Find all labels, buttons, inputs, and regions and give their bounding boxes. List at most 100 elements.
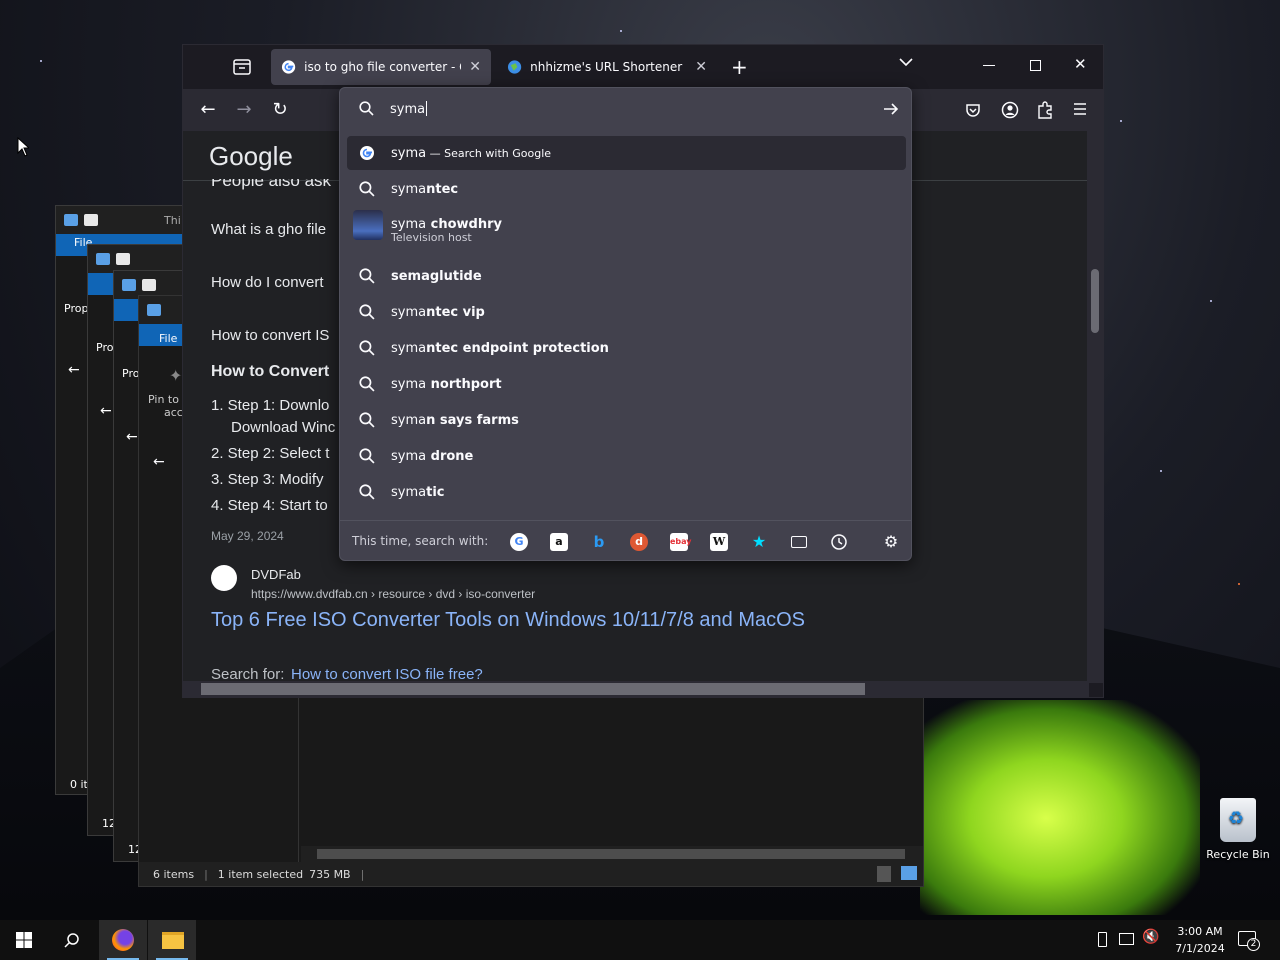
close-tab-icon[interactable]: ✕ <box>469 59 481 75</box>
tiles-view-icon[interactable] <box>901 866 917 880</box>
status-bar: 6 items | 1 item selected 735 MB | <box>139 862 923 886</box>
tabs-icon[interactable] <box>790 533 808 551</box>
horizontal-scrollbar[interactable] <box>183 681 1089 697</box>
search-icon <box>359 484 375 500</box>
history-clock-icon[interactable] <box>830 533 848 551</box>
bing-engine-icon[interactable]: b <box>590 533 608 551</box>
firefox-view-icon[interactable] <box>233 59 251 75</box>
person-avatar <box>353 210 383 240</box>
back-icon[interactable]: ← <box>100 403 112 419</box>
tab-google-search[interactable]: iso to gho file converter - Google Searc… <box>271 49 491 85</box>
firefox-icon <box>112 929 134 951</box>
suggestion-item[interactable]: symantec <box>347 172 906 206</box>
account-icon[interactable] <box>1001 101 1019 119</box>
recycle-bin[interactable]: Recycle Bin <box>1204 798 1272 861</box>
maximize-icon[interactable] <box>1030 60 1041 71</box>
battery-icon[interactable] <box>1098 932 1107 947</box>
google-logo[interactable]: Google <box>209 141 293 172</box>
answer-heading: How to Convert <box>211 363 330 380</box>
back-icon[interactable]: ← <box>153 454 165 470</box>
search-button[interactable] <box>48 920 96 960</box>
search-icon <box>359 340 375 356</box>
bookmarks-star-icon[interactable]: ★ <box>750 533 768 551</box>
suggestion-search-google[interactable]: syma — Search with Google <box>347 136 906 170</box>
new-tab-icon[interactable]: + <box>731 55 748 79</box>
google-engine-icon[interactable]: G <box>510 533 528 551</box>
computer-icon <box>64 214 78 226</box>
paa-item-3[interactable]: How to convert IS <box>211 327 329 344</box>
suggestion-typed: syma <box>391 181 427 197</box>
result-url[interactable]: https://www.dvdfab.cn › resource › dvd ›… <box>251 587 535 601</box>
amazon-engine-icon[interactable]: a <box>550 533 568 551</box>
reload-icon[interactable]: ↻ <box>267 97 293 123</box>
suggestion-item[interactable]: symantec endpoint protection <box>347 331 906 365</box>
taskbar-firefox[interactable] <box>99 920 147 960</box>
notification-count: 2 <box>1247 938 1260 951</box>
extensions-icon[interactable] <box>1037 101 1053 119</box>
pin-icon[interactable]: ✦ <box>169 366 182 385</box>
suggestion-item[interactable]: symantec vip <box>347 295 906 329</box>
forward-icon[interactable]: → <box>231 97 257 123</box>
urlbar-popup[interactable]: syma syma — Search with Google symantec … <box>339 87 912 561</box>
search-icon <box>359 181 375 197</box>
result-title-link[interactable]: Top 6 Free ISO Converter Tools on Window… <box>211 609 805 632</box>
menu-icon[interactable] <box>1073 103 1087 115</box>
back-icon[interactable]: ← <box>195 97 221 123</box>
suggestion-item[interactable]: syma northport <box>347 367 906 401</box>
suggestion-typed: syma <box>391 145 427 161</box>
pocket-icon[interactable] <box>965 102 981 118</box>
suggestion-completion: tic <box>426 484 445 500</box>
suggestion-completion: n says farms <box>426 412 519 428</box>
suggestion-completion: ntec endpoint protection <box>426 340 609 356</box>
duckduckgo-engine-icon[interactable]: d <box>630 533 648 551</box>
suggestion-rich-entity[interactable]: syma chowdhry Television host <box>347 208 906 254</box>
search-settings-gear-icon[interactable]: ⚙ <box>882 533 900 551</box>
dvdfab-favicon-icon <box>211 565 237 591</box>
list-tabs-chevron-icon[interactable] <box>899 57 913 67</box>
urlbar-input[interactable]: syma <box>340 88 911 130</box>
suggestion-item[interactable]: semaglutide <box>347 259 906 293</box>
back-icon[interactable]: ← <box>68 362 80 378</box>
search-icon <box>359 412 375 428</box>
computer-icon <box>122 279 136 291</box>
tab-url-shortener[interactable]: nhhizme's URL Shortener ✕ <box>497 49 717 85</box>
status-selected: 1 item selected <box>217 867 304 881</box>
suggestion-item[interactable]: syman says farms <box>347 403 906 437</box>
folder-icon <box>162 932 184 949</box>
clock[interactable]: 3:00 AM 7/1/2024 <box>1172 923 1228 957</box>
paa-item-2[interactable]: How do I convert <box>211 274 324 291</box>
search-icon <box>359 448 375 464</box>
notifications-icon[interactable]: 2 <box>1238 931 1260 951</box>
suggestion-typed: syma <box>391 448 427 464</box>
suggestion-typed: syma <box>391 376 427 392</box>
suggestion-item[interactable]: syma drone <box>347 439 906 473</box>
step-1-cont: Download Winc <box>231 419 336 436</box>
back-icon[interactable]: ← <box>126 429 138 445</box>
checkmark-icon <box>84 214 98 226</box>
details-view-icon[interactable] <box>877 866 891 882</box>
file-ribbon-tab[interactable]: File <box>159 332 177 345</box>
wikipedia-engine-icon[interactable]: W <box>710 533 728 551</box>
close-window-icon[interactable]: ✕ <box>1074 55 1087 73</box>
minimize-icon[interactable] <box>983 65 995 66</box>
suggestion-item[interactable]: symatic <box>347 475 906 509</box>
recycle-bin-label: Recycle Bin <box>1206 848 1270 861</box>
taskbar-file-explorer[interactable] <box>148 920 196 960</box>
horizontal-scrollbar[interactable] <box>301 846 923 862</box>
step-4: 4. Step 4: Start to <box>211 497 328 514</box>
go-arrow-icon[interactable] <box>883 102 899 116</box>
paa-item-1[interactable]: What is a gho file <box>211 221 326 238</box>
vertical-scrollbar[interactable] <box>1087 131 1103 683</box>
search-icon <box>359 268 375 284</box>
status-items: 6 items <box>153 867 195 881</box>
suggestion-completion: drone <box>426 448 474 464</box>
suggestion-typed: syma <box>391 304 427 320</box>
tab-title: nhhizme's URL Shortener <box>530 60 683 74</box>
network-icon[interactable] <box>1119 933 1134 945</box>
clock-date: 7/1/2024 <box>1175 942 1225 955</box>
ebay-engine-icon[interactable]: ebay <box>670 533 692 551</box>
close-tab-icon[interactable]: ✕ <box>695 59 707 75</box>
result-site-name[interactable]: DVDFab <box>251 567 301 582</box>
start-button[interactable] <box>0 920 48 960</box>
volume-muted-icon[interactable]: 🔇 <box>1142 929 1159 945</box>
